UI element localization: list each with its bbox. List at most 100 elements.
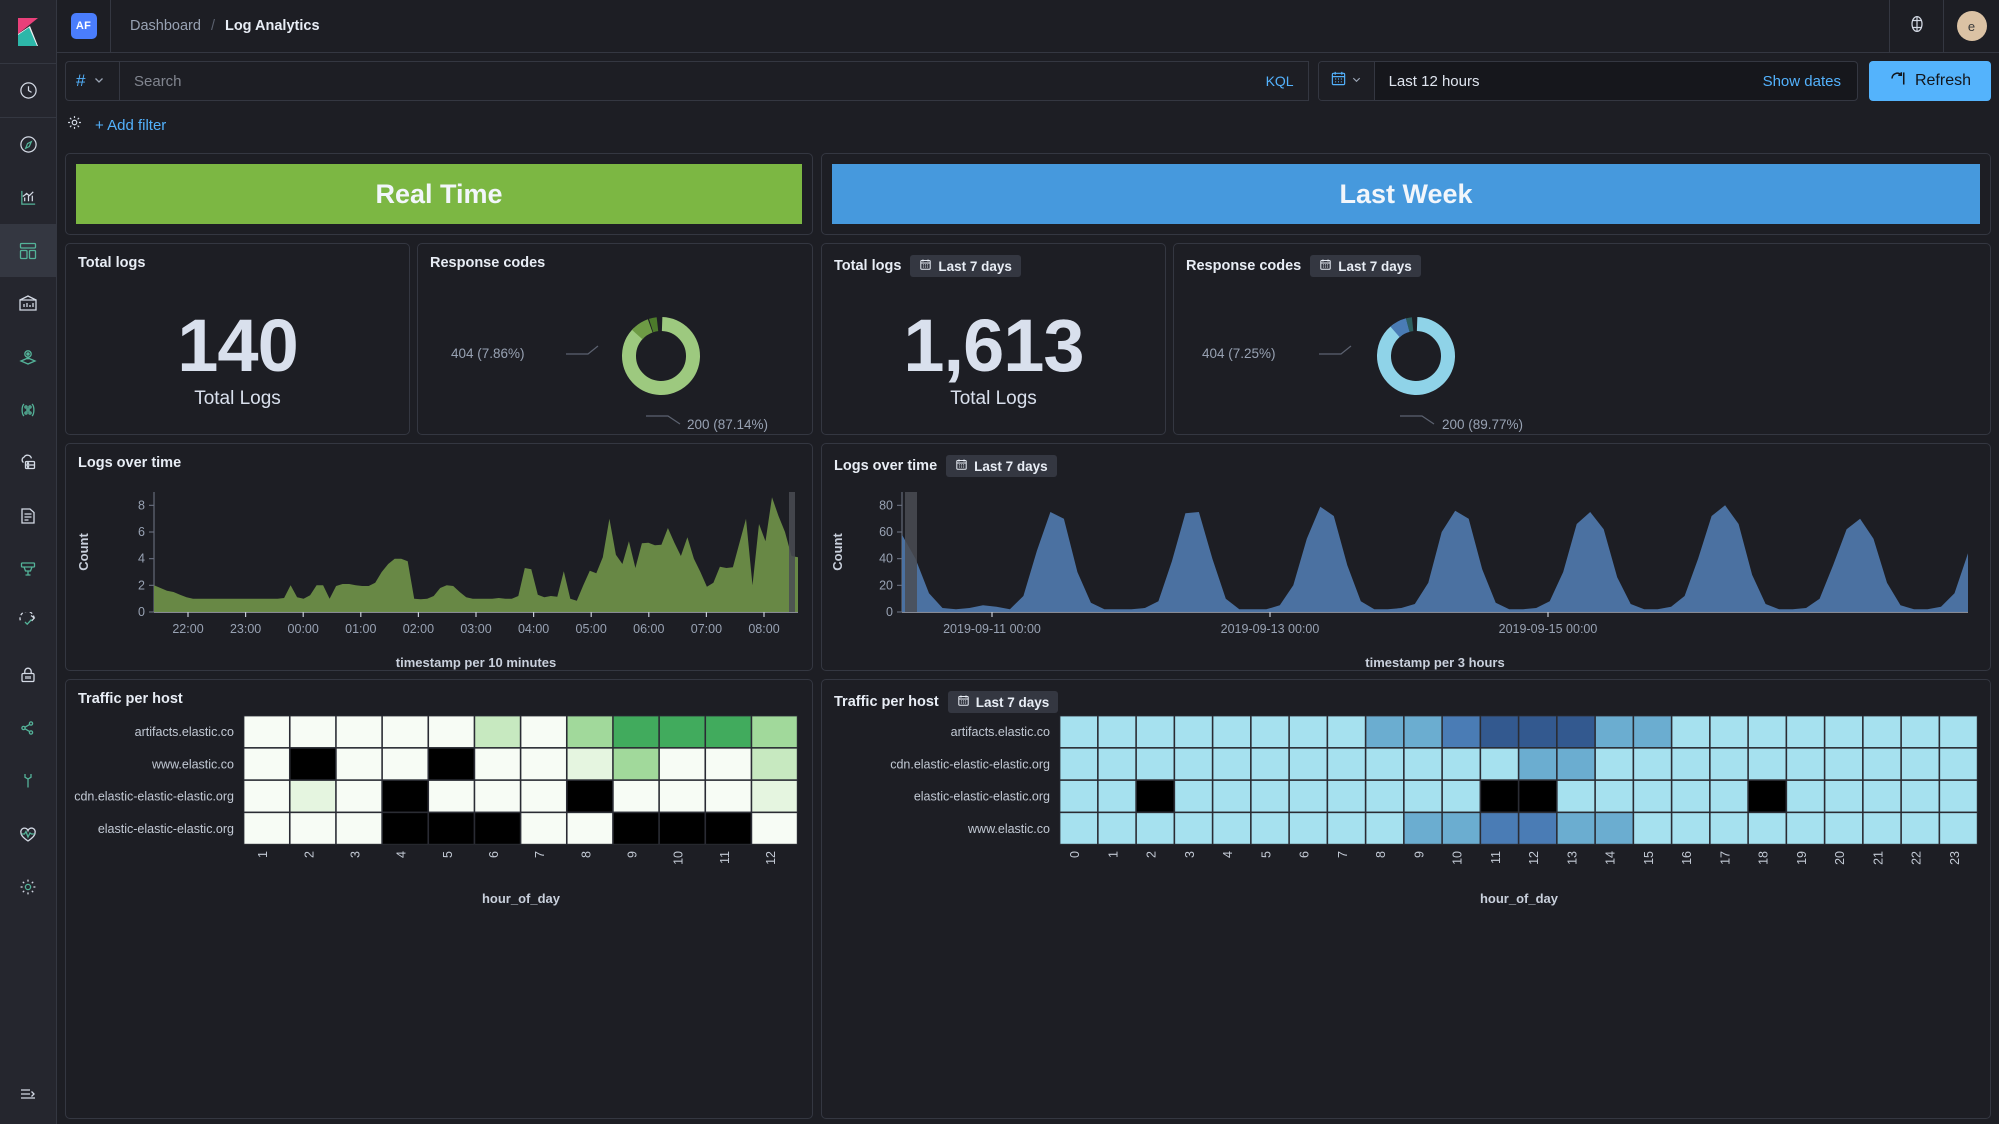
svg-text:11: 11 (1489, 851, 1503, 864)
panel-title-label: Response codes (1186, 258, 1302, 274)
svg-text:7: 7 (533, 851, 547, 858)
clock-icon (19, 81, 38, 100)
svg-text:1: 1 (1106, 851, 1120, 858)
query-language-button[interactable]: KQL (1258, 73, 1294, 89)
sidebar-item-recently-viewed[interactable] (0, 64, 57, 117)
wrench-icon (18, 771, 38, 791)
svg-text:02:00: 02:00 (403, 622, 434, 636)
svg-text:2: 2 (138, 578, 145, 592)
panel-traffic-per-host-lastweek[interactable]: Traffic per host Last 7 days artifacts.e… (821, 679, 1991, 1119)
sidebar-collapse-button[interactable] (0, 1064, 57, 1124)
svg-text:2019-09-13 00:00: 2019-09-13 00:00 (1221, 622, 1320, 636)
sidebar-item-dashboard[interactable] (0, 224, 57, 277)
svg-text:timestamp per 3 hours: timestamp per 3 hours (1365, 655, 1504, 670)
date-quick-select-button[interactable] (1318, 62, 1375, 100)
metric-value: 140 (177, 304, 298, 388)
dashboard-icon (18, 241, 38, 261)
sidebar-item-monitoring[interactable] (0, 807, 57, 860)
panel-title: Traffic per host Last 7 days (822, 680, 1990, 713)
svg-text:06:00: 06:00 (633, 622, 664, 636)
svg-text:8: 8 (579, 851, 593, 858)
banner-real-time-label: Real Time (375, 178, 503, 209)
leader-line-200 (1400, 415, 1435, 425)
sidebar-item-maps[interactable] (0, 330, 57, 383)
panel-logs-over-time-realtime[interactable]: Logs over time 0 2 4 6 8 22:00 23:00 00:00 01:00… (65, 443, 813, 671)
panel-time-badge: Last 7 days (947, 691, 1059, 713)
search-input[interactable] (134, 72, 1248, 90)
breadcrumb-dashboard[interactable]: Dashboard (130, 18, 201, 34)
panel-time-badge: Last 7 days (946, 455, 1057, 477)
metric-content: 140 Total Logs (66, 296, 409, 422)
sidebar-item-visualize[interactable] (0, 171, 57, 224)
svg-text:0: 0 (886, 605, 893, 619)
svg-text:7: 7 (1336, 851, 1350, 858)
add-filter-button[interactable]: + Add filter (95, 117, 166, 134)
svg-text:08:00: 08:00 (748, 622, 779, 636)
donut-slice-200 (1377, 317, 1455, 395)
svg-text:8: 8 (1374, 851, 1388, 858)
panel-response-codes-realtime[interactable]: Response codes 404 (7.86%) 200 (87.14%) (417, 243, 813, 435)
sidebar-item-management[interactable] (0, 754, 57, 807)
svg-text:19: 19 (1795, 851, 1809, 865)
sidebar-item-dev-tools[interactable] (0, 701, 57, 754)
panel-title-label: Total logs (78, 255, 146, 271)
panel-total-logs-lastweek[interactable]: Total logs Last 7 days 1,613 Total Logs (821, 243, 1166, 435)
sidebar-item-infrastructure[interactable] (0, 436, 57, 489)
user-menu-button[interactable]: e (1943, 0, 1999, 53)
panel-title: Total logs Last 7 days (822, 244, 1165, 277)
metric-value: 1,613 (903, 304, 1084, 388)
panel-banner-last-week: Last Week (821, 153, 1991, 235)
panel-response-codes-lastweek[interactable]: Response codes Last 7 days 404 (7.25%) 2… (1173, 243, 1991, 435)
refresh-button[interactable]: Refresh (1868, 61, 1991, 101)
header-actions: e (1889, 0, 1999, 53)
canvas-icon (18, 294, 38, 314)
sidebar-item-logs[interactable] (0, 489, 57, 542)
query-bar: # KQL (57, 53, 1999, 109)
sidebar-item-stack-management[interactable] (0, 860, 57, 913)
panel-title-label: Traffic per host (834, 694, 939, 710)
svg-text:5: 5 (441, 851, 455, 858)
date-range-display[interactable]: Last 12 hours (1375, 62, 1747, 100)
panel-total-logs-realtime[interactable]: Total logs 140 Total Logs (65, 243, 410, 435)
help-button[interactable] (1889, 0, 1943, 53)
filter-options-button[interactable] (66, 114, 83, 136)
donut-label-404: 404 (7.86%) (451, 346, 525, 361)
svg-text:2019-09-15 00:00: 2019-09-15 00:00 (1499, 622, 1598, 636)
metric-content: 1,613 Total Logs (822, 296, 1165, 422)
svg-text:20: 20 (879, 578, 893, 592)
svg-text:artifacts.elastic.co: artifacts.elastic.co (135, 725, 234, 739)
sidebar-item-uptime[interactable] (0, 595, 57, 648)
panel-title: Response codes (418, 244, 812, 271)
donut-label-404: 404 (7.25%) (1202, 346, 1276, 361)
calendar-icon (1330, 70, 1347, 92)
svg-text:16: 16 (1680, 851, 1694, 865)
sidebar-item-apm[interactable] (0, 542, 57, 595)
panel-logs-over-time-lastweek[interactable]: Logs over time Last 7 days 0 20 40 60 80 2019… (821, 443, 1991, 671)
sidebar-item-canvas[interactable] (0, 277, 57, 330)
sidebar-item-machine-learning[interactable] (0, 383, 57, 436)
heatmap-realtime: artifacts.elastic.co www.elastic.co cdn.el… (66, 712, 812, 1118)
donut-chart-lastweek: 404 (7.25%) 200 (89.77%) (1174, 284, 1990, 432)
svg-text:hour_of_day: hour_of_day (482, 891, 561, 906)
refresh-label: Refresh (1914, 72, 1971, 89)
space-avatar-button[interactable]: AF (57, 0, 111, 53)
panel-traffic-per-host-realtime[interactable]: Traffic per host artifacts.elastic.co www… (65, 679, 813, 1119)
svg-text:3: 3 (1183, 851, 1197, 858)
svg-text:14: 14 (1604, 851, 1618, 865)
svg-text:10: 10 (1451, 851, 1465, 865)
svg-text:5: 5 (1259, 851, 1273, 858)
metric-label: Total Logs (194, 387, 281, 409)
svg-text:40: 40 (879, 552, 893, 566)
sidebar-item-siem[interactable] (0, 648, 57, 701)
sidebar-item-discover[interactable] (0, 118, 57, 171)
svg-text:1: 1 (256, 851, 270, 858)
cloud-server-icon (18, 453, 38, 473)
gear-icon (66, 114, 83, 136)
panel-time-badge-label: Last 7 days (974, 458, 1048, 474)
show-dates-button[interactable]: Show dates (1747, 73, 1857, 90)
index-pattern-selector[interactable]: # (65, 61, 119, 101)
kibana-logo[interactable] (0, 0, 57, 64)
svg-text:10: 10 (672, 851, 686, 865)
search-field-wrapper: KQL (119, 61, 1309, 101)
svg-text:www.elastic.co: www.elastic.co (151, 757, 234, 771)
